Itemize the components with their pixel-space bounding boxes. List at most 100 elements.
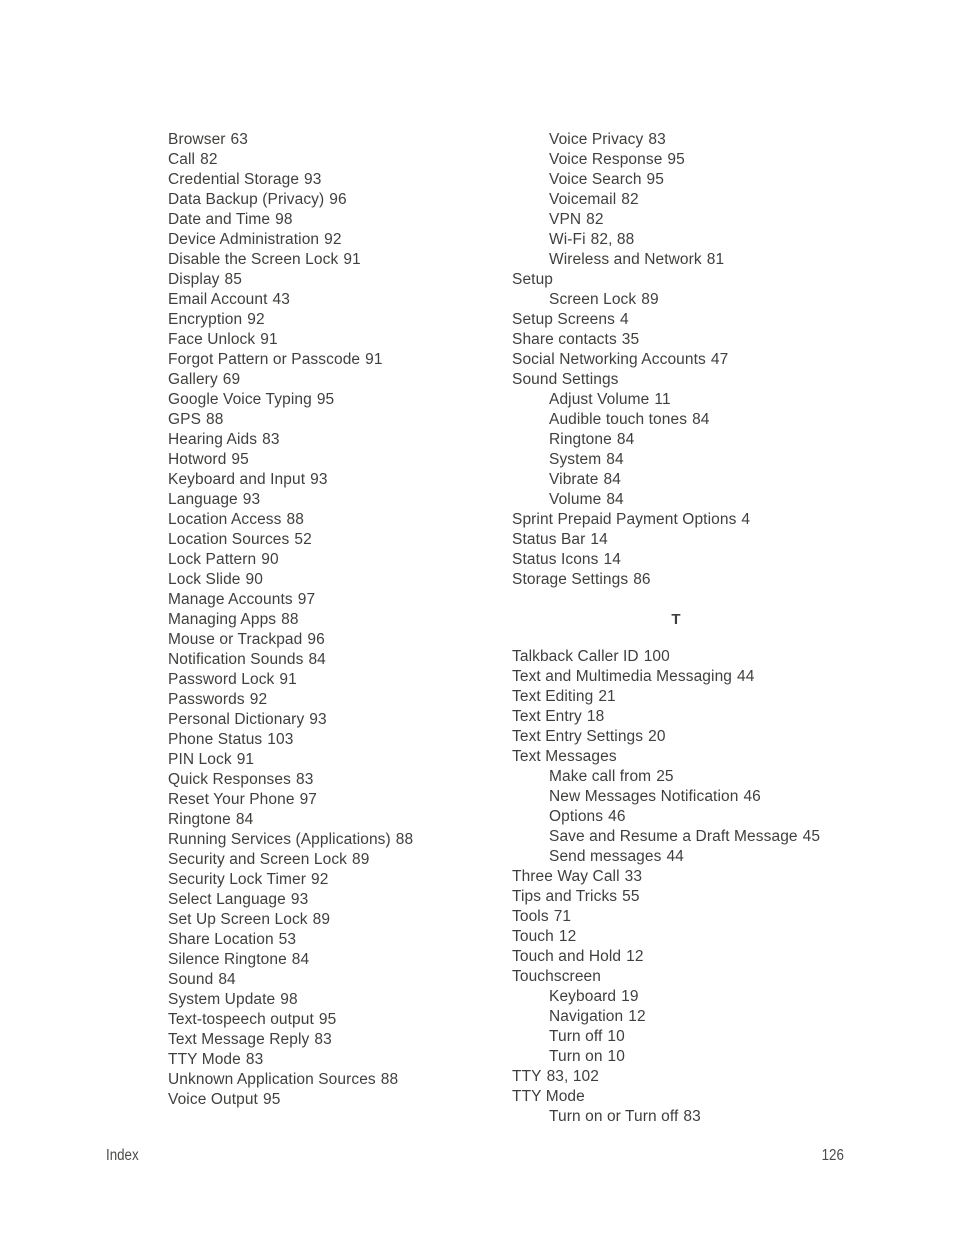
index-entry[interactable]: Google Voice Typing 95: [168, 390, 498, 410]
index-entry-page-ref[interactable]: 83, 102: [547, 1068, 599, 1085]
index-entry-page-ref[interactable]: 96: [329, 191, 346, 208]
index-entry-page-ref[interactable]: 89: [352, 851, 369, 868]
index-entry[interactable]: Setup Screens 4: [512, 310, 912, 330]
index-entry-page-ref[interactable]: 46: [743, 788, 760, 805]
index-entry[interactable]: Lock Pattern 90: [168, 550, 498, 570]
index-entry[interactable]: Keyboard and Input 93: [168, 470, 498, 490]
index-entry[interactable]: Save and Resume a Draft Message 45: [512, 827, 912, 847]
index-entry[interactable]: Status Bar 14: [512, 530, 912, 550]
index-entry[interactable]: Location Sources 52: [168, 530, 498, 550]
index-entry[interactable]: Talkback Caller ID 100: [512, 647, 912, 667]
index-entry-page-ref[interactable]: 84: [606, 491, 623, 508]
index-entry-page-ref[interactable]: 95: [317, 391, 334, 408]
index-entry-page-ref[interactable]: 95: [647, 171, 664, 188]
index-entry-page-ref[interactable]: 83: [296, 771, 313, 788]
index-entry-page-ref[interactable]: 4: [741, 511, 750, 528]
index-entry[interactable]: Tools 71: [512, 907, 912, 927]
index-entry-page-ref[interactable]: 18: [587, 708, 604, 725]
index-entry[interactable]: Select Language 93: [168, 890, 498, 910]
index-entry[interactable]: Passwords 92: [168, 690, 498, 710]
index-entry[interactable]: Adjust Volume 11: [512, 390, 912, 410]
index-entry[interactable]: Set Up Screen Lock 89: [168, 910, 498, 930]
index-entry-page-ref[interactable]: 97: [298, 591, 315, 608]
index-entry[interactable]: Forgot Pattern or Passcode 91: [168, 350, 498, 370]
index-entry-page-ref[interactable]: 84: [606, 451, 623, 468]
index-entry-page-ref[interactable]: 95: [231, 451, 248, 468]
index-entry-page-ref[interactable]: 96: [307, 631, 324, 648]
index-entry-page-ref[interactable]: 84: [604, 471, 621, 488]
index-entry[interactable]: Notification Sounds 84: [168, 650, 498, 670]
index-entry[interactable]: Unknown Application Sources 88: [168, 1070, 498, 1090]
index-entry-page-ref[interactable]: 92: [247, 311, 264, 328]
index-entry[interactable]: Text and Multimedia Messaging 44: [512, 667, 912, 687]
index-entry[interactable]: Phone Status 103: [168, 730, 498, 750]
index-entry[interactable]: Ringtone 84: [168, 810, 498, 830]
index-entry-page-ref[interactable]: 97: [300, 791, 317, 808]
index-entry[interactable]: Date and Time 98: [168, 210, 498, 230]
index-entry-page-ref[interactable]: 91: [279, 671, 296, 688]
index-entry[interactable]: TTY Mode 83: [168, 1050, 498, 1070]
index-entry-page-ref[interactable]: 91: [365, 351, 382, 368]
index-entry-page-ref[interactable]: 47: [711, 351, 728, 368]
index-entry-page-ref[interactable]: 84: [218, 971, 235, 988]
index-entry[interactable]: Voicemail 82: [512, 190, 912, 210]
index-entry[interactable]: Display 85: [168, 270, 498, 290]
index-entry[interactable]: Storage Settings 86: [512, 570, 912, 590]
index-entry[interactable]: Text Entry Settings 20: [512, 727, 912, 747]
index-entry[interactable]: Device Administration 92: [168, 230, 498, 250]
index-entry-page-ref[interactable]: 84: [236, 811, 253, 828]
index-entry[interactable]: Status Icons 14: [512, 550, 912, 570]
index-entry[interactable]: Text Message Reply 83: [168, 1030, 498, 1050]
index-entry[interactable]: Navigation 12: [512, 1007, 912, 1027]
index-entry-page-ref[interactable]: 92: [250, 691, 267, 708]
index-entry-page-ref[interactable]: 12: [628, 1008, 645, 1025]
index-entry-page-ref[interactable]: 89: [313, 911, 330, 928]
index-entry-page-ref[interactable]: 83: [648, 131, 665, 148]
index-entry[interactable]: Keyboard 19: [512, 987, 912, 1007]
index-entry-page-ref[interactable]: 11: [654, 391, 670, 408]
index-entry[interactable]: Share contacts 35: [512, 330, 912, 350]
index-entry-page-ref[interactable]: 93: [291, 891, 308, 908]
index-entry-page-ref[interactable]: 44: [737, 668, 754, 685]
index-entry[interactable]: Managing Apps 88: [168, 610, 498, 630]
index-entry[interactable]: Location Access 88: [168, 510, 498, 530]
index-entry-page-ref[interactable]: 82: [621, 191, 638, 208]
index-entry[interactable]: Vibrate 84: [512, 470, 912, 490]
index-entry[interactable]: Volume 84: [512, 490, 912, 510]
index-entry-page-ref[interactable]: 88: [287, 511, 304, 528]
index-entry[interactable]: Voice Search 95: [512, 170, 912, 190]
index-entry-page-ref[interactable]: 84: [292, 951, 309, 968]
index-entry-page-ref[interactable]: 84: [308, 651, 325, 668]
index-entry-page-ref[interactable]: 88: [281, 611, 298, 628]
index-entry-page-ref[interactable]: 95: [263, 1091, 280, 1108]
index-entry-page-ref[interactable]: 91: [260, 331, 277, 348]
index-entry-page-ref[interactable]: 95: [667, 151, 684, 168]
index-entry-page-ref[interactable]: 52: [294, 531, 311, 548]
index-entry-page-ref[interactable]: 91: [237, 751, 254, 768]
index-entry[interactable]: Gallery 69: [168, 370, 498, 390]
index-entry[interactable]: Screen Lock 89: [512, 290, 912, 310]
index-entry-page-ref[interactable]: 92: [324, 231, 341, 248]
index-entry-page-ref[interactable]: 83: [262, 431, 279, 448]
index-entry-page-ref[interactable]: 14: [590, 531, 607, 548]
index-entry-page-ref[interactable]: 14: [604, 551, 621, 568]
index-entry[interactable]: Voice Output 95: [168, 1090, 498, 1110]
index-entry[interactable]: Security Lock Timer 92: [168, 870, 498, 890]
index-entry-page-ref[interactable]: 46: [608, 808, 625, 825]
index-entry[interactable]: Text Editing 21: [512, 687, 912, 707]
index-entry[interactable]: Setup: [512, 270, 912, 290]
index-entry[interactable]: Hearing Aids 83: [168, 430, 498, 450]
index-entry-page-ref[interactable]: 89: [641, 291, 658, 308]
index-entry[interactable]: Password Lock 91: [168, 670, 498, 690]
index-entry-page-ref[interactable]: 12: [559, 928, 576, 945]
index-entry-page-ref[interactable]: 19: [621, 988, 638, 1005]
index-entry[interactable]: System Update 98: [168, 990, 498, 1010]
index-entry-page-ref[interactable]: 83: [246, 1051, 263, 1068]
index-entry[interactable]: System 84: [512, 450, 912, 470]
index-entry-page-ref[interactable]: 93: [304, 171, 321, 188]
index-entry[interactable]: Sound Settings: [512, 370, 912, 390]
index-entry[interactable]: Wireless and Network 81: [512, 250, 912, 270]
index-entry[interactable]: Wi-Fi 82, 88: [512, 230, 912, 250]
index-entry-page-ref[interactable]: 83: [683, 1108, 700, 1125]
index-entry-page-ref[interactable]: 69: [223, 371, 240, 388]
